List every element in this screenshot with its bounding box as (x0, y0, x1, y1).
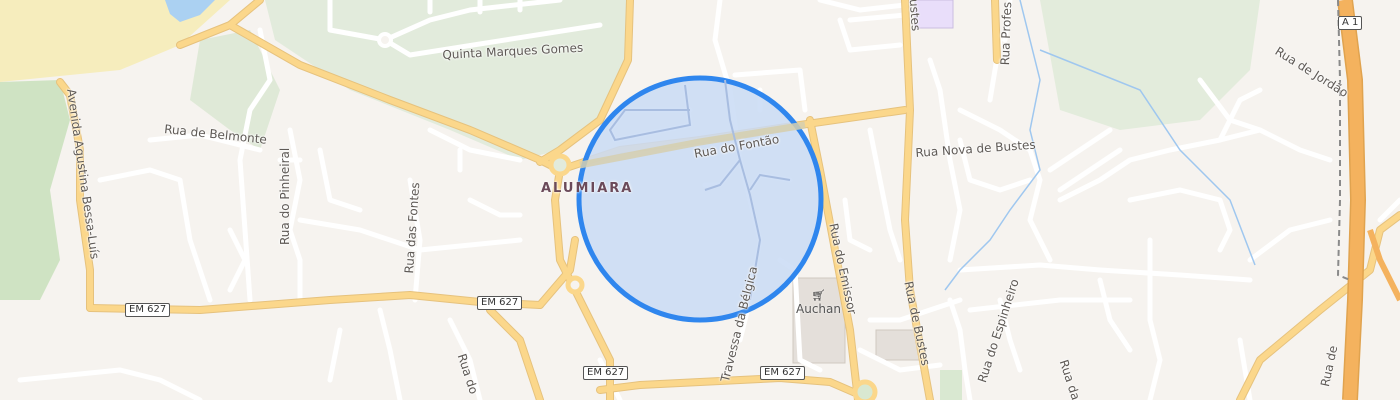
roundabout-2 (548, 153, 572, 177)
route-shield-em627-west: EM 627 (125, 303, 171, 317)
street-label-pinheiral: Rua do Pinheiral (278, 147, 292, 245)
route-shield-em627-south: EM 627 (583, 366, 629, 380)
route-shield-em627-east: EM 627 (760, 366, 806, 380)
roundabout-1 (377, 32, 393, 48)
map-view[interactable]: Quinta Marques Gomes Rua do Fontão Rua d… (0, 0, 1400, 400)
place-label-alumiara: ALUMIARA (541, 181, 634, 196)
route-shield-a1: A 1 (1338, 16, 1363, 30)
shopping-cart-icon: 🛒︎ (811, 289, 826, 302)
map-base (0, 0, 1400, 400)
poi-auchan[interactable]: 🛒︎ Auchan (796, 289, 841, 316)
building-block-2 (940, 370, 962, 400)
route-shield-em627-center: EM 627 (477, 296, 523, 310)
roundabout-4 (852, 379, 878, 400)
park-area-east (1040, 0, 1260, 130)
forest-area (0, 80, 70, 300)
location-accuracy-circle (576, 75, 824, 323)
poi-auchan-label: Auchan (796, 302, 841, 316)
street-label-profes: Rua Profes (998, 1, 1015, 66)
roundabout-3 (565, 275, 585, 295)
